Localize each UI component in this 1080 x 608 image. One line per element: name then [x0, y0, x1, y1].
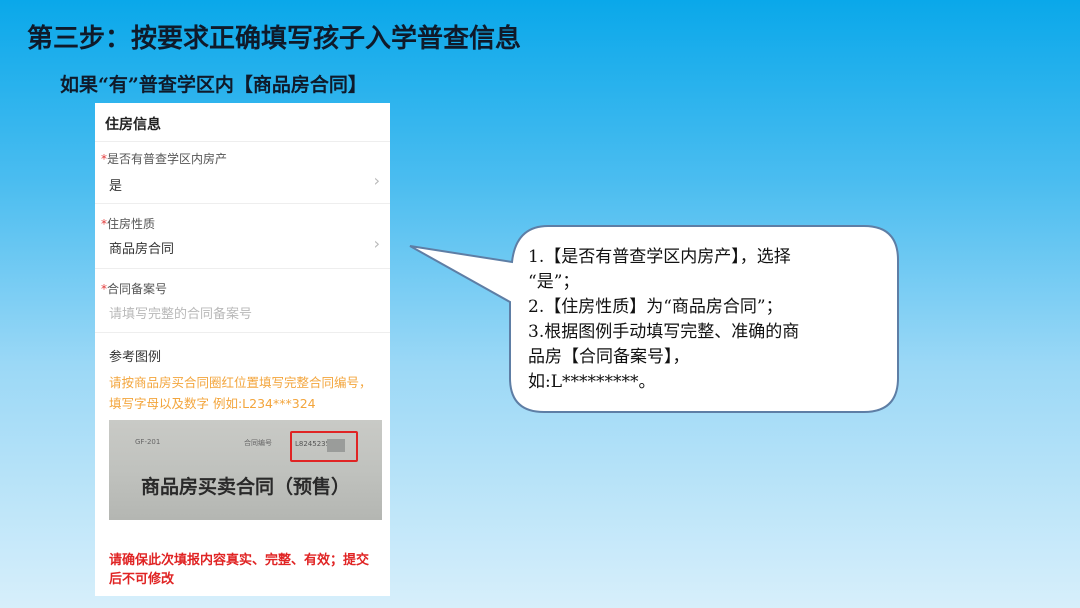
callout-line: 品房【合同备案号】，: [528, 347, 690, 367]
callout-line: 2.【住房性质】为“商品房合同”；: [528, 297, 783, 317]
callout-text: 1.【是否有普查学区内房产】，选择 “是”； 2.【住房性质】为“商品房合同”；…: [528, 245, 873, 395]
callout-line: 如:L*********。: [528, 372, 656, 392]
callout-line: 1.【是否有普查学区内房产】，选择: [528, 247, 791, 267]
callout-line: “是”；: [528, 272, 580, 292]
callout-line: 3.根据图例手动填写完整、准确的商: [528, 322, 800, 342]
